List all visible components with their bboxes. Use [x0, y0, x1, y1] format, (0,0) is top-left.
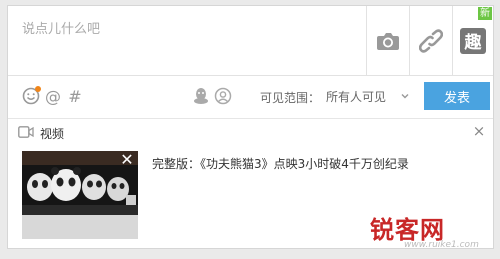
- hash-icon[interactable]: #: [66, 87, 84, 106]
- visibility-label: 可见范围：: [260, 91, 321, 105]
- at-icon[interactable]: @: [44, 87, 62, 106]
- video-attachment: 视频 × ✕ 完整版：《功夫熊猫3》点映3小时破4千万创纪录: [8, 118, 493, 248]
- composer-top-row: 趣 新: [8, 6, 493, 76]
- post-text-input[interactable]: [8, 6, 366, 75]
- emoji-icon[interactable]: [22, 86, 41, 105]
- notification-dot: [35, 86, 41, 92]
- post-button[interactable]: 发表: [424, 82, 490, 110]
- fun-button[interactable]: 趣 新: [452, 6, 493, 75]
- face-icon[interactable]: [214, 87, 232, 105]
- visibility-value: 所有人可见: [326, 89, 387, 104]
- fun-icon: 趣: [460, 27, 486, 54]
- video-title: 完整版：《功夫熊猫3》点映3小时破4千万创纪录: [152, 157, 409, 171]
- video-icon: [18, 125, 34, 141]
- visibility-dropdown[interactable]: 所有人可见: [326, 85, 410, 107]
- chevron-down-icon: [400, 90, 410, 104]
- attachment-header: 视频: [18, 125, 64, 141]
- thumbnail-strip: [22, 215, 138, 239]
- camera-icon: [376, 31, 400, 51]
- qq-icon[interactable]: [192, 87, 210, 105]
- link-icon: [418, 28, 443, 53]
- link-button[interactable]: [409, 6, 451, 75]
- photo-button[interactable]: [366, 6, 408, 75]
- remove-video-icon[interactable]: ✕: [118, 151, 136, 169]
- post-composer: 趣 新 @ #: [7, 5, 494, 249]
- new-badge: 新: [478, 7, 492, 20]
- attachment-section-label: 视频: [40, 126, 65, 141]
- composer-toolbar: @ # 可见范围： 所有人可见 发表: [8, 77, 493, 115]
- close-icon[interactable]: ×: [471, 123, 487, 139]
- video-thumbnail[interactable]: ✕: [22, 151, 138, 239]
